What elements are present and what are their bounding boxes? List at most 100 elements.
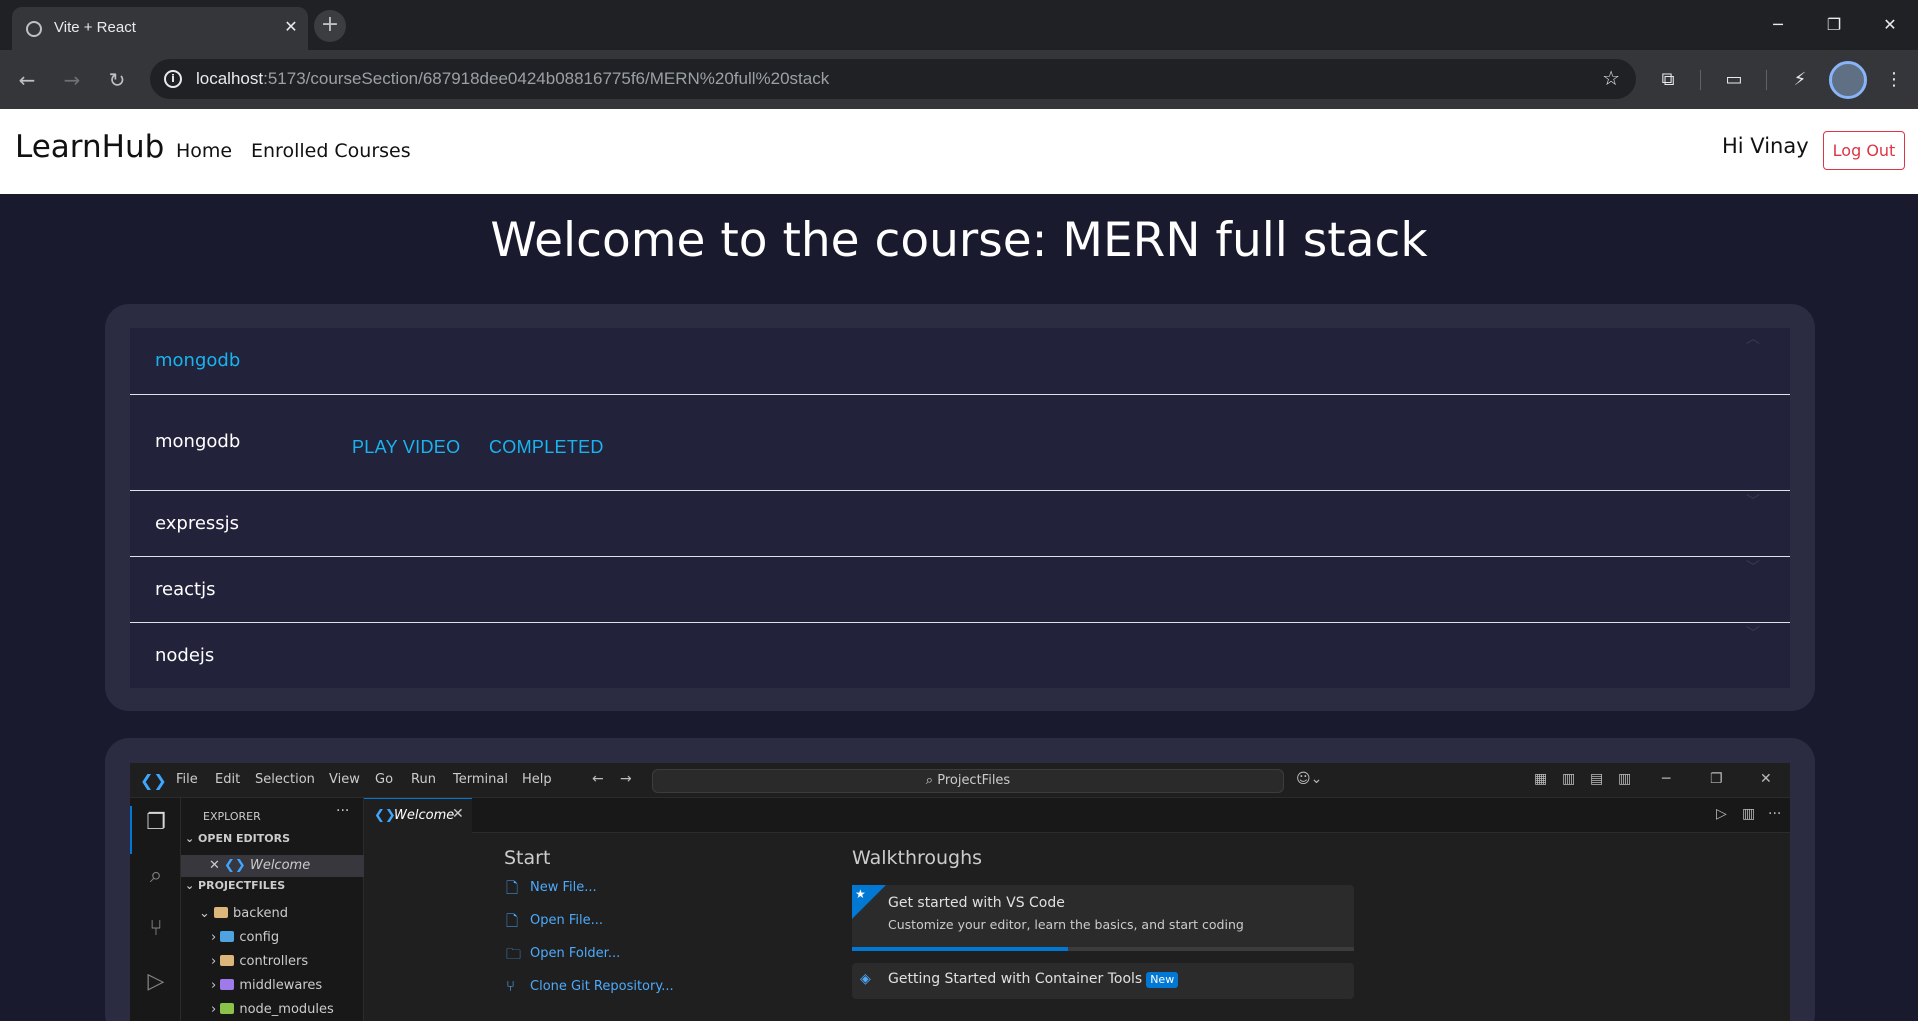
tab-title: Vite + React	[54, 19, 136, 36]
panel-toggle-icon: ▤	[1590, 771, 1604, 787]
sections-accordion: mongodb ︿ mongodb PLAY VIDEO COMPLETED e…	[130, 328, 1790, 688]
new-file-icon: 🗋	[506, 879, 519, 897]
video-menu-item: Help	[522, 772, 552, 787]
page-title: Welcome to the course: MERN full stack	[490, 213, 1428, 268]
video-command-center: ⌕ ProjectFiles	[652, 769, 1284, 793]
video-menu-item: View	[329, 772, 360, 787]
more-icon: ···	[336, 803, 350, 819]
explorer-row: ⌄ PROJECTFILES	[185, 879, 286, 892]
section-item: expressjs ﹀	[130, 491, 1790, 557]
menu-kebab-icon[interactable]: ⋮	[1878, 64, 1910, 96]
star-icon: ★	[855, 887, 866, 901]
video-menu-item: Go	[375, 772, 394, 787]
section-header-nodejs[interactable]: nodejs ﹀	[130, 623, 1790, 688]
explorer-row: › config	[211, 930, 280, 945]
run-icon: ▷	[1716, 806, 1727, 822]
source-control-icon: ⑂	[149, 916, 163, 941]
video-welcome-page: Start 🗋 New File... 🗋 Open File... 🗀 Ope…	[364, 833, 1790, 1021]
site-info-icon[interactable]: i	[164, 70, 182, 88]
folder-icon	[220, 931, 235, 942]
run-debug-icon: ▷	[147, 969, 165, 994]
open-folder-link: Open Folder...	[530, 946, 621, 961]
browser-tab[interactable]: Vite + React ✕	[12, 7, 308, 50]
section-header-expressjs[interactable]: expressjs ﹀	[130, 491, 1790, 556]
section-title: mongodb	[155, 350, 241, 371]
nav-home-link[interactable]: Home	[176, 140, 232, 162]
play-video-button[interactable]: PLAY VIDEO	[352, 437, 460, 458]
chevron-down-icon: ﹀	[1746, 560, 1760, 576]
video-menu-item: Selection	[255, 772, 315, 787]
performance-icon[interactable]: ⚡	[1784, 64, 1816, 96]
vscode-logo-icon: ❮❯	[140, 771, 167, 790]
lesson-title: mongodb	[155, 431, 241, 452]
section-header-reactjs[interactable]: reactjs ﹀	[130, 557, 1790, 622]
bookmark-star-icon[interactable]: ☆	[1602, 66, 1620, 90]
video-editor-tabs: ❮❯ Welcome ✕ ▷ ▥ ···	[364, 798, 1790, 833]
section-item: nodejs ﹀	[130, 623, 1790, 688]
extensions-icon[interactable]: ⧉	[1652, 64, 1684, 96]
files-icon: ❐	[146, 810, 166, 835]
search-icon: ⌕	[925, 773, 938, 788]
close-icon: ✕	[1760, 771, 1772, 787]
folder-icon	[220, 979, 235, 990]
explorer-title: EXPLORER	[203, 810, 261, 823]
section-item: mongodb ︿ mongodb PLAY VIDEO COMPLETED	[130, 328, 1790, 491]
reload-icon[interactable]: ↻	[101, 64, 133, 96]
explorer-row: ✕ ❮❯ Welcome	[181, 855, 364, 877]
toolbar-divider	[1700, 70, 1701, 90]
brand-logo[interactable]: LearnHub	[15, 129, 164, 165]
browser-toolbar: ← → ↻ i localhost:5173/courseSection/687…	[0, 50, 1918, 109]
restore-icon[interactable]: ❐	[1814, 10, 1854, 40]
address-bar[interactable]: i localhost:5173/courseSection/687918dee…	[150, 59, 1636, 99]
chevron-down-icon: ﹀	[1746, 626, 1760, 642]
video-player[interactable]: ❮❯ File Edit Selection View Go Run Termi…	[130, 763, 1790, 1021]
walkthrough-card: ◈ Getting Started with Container Tools Ne…	[852, 963, 1354, 999]
toolbar-divider	[1766, 70, 1767, 90]
minimize-icon: ─	[1662, 771, 1671, 787]
close-icon: ✕	[452, 806, 464, 822]
video-menu-item: Run	[411, 772, 436, 787]
video-menu-item: File	[176, 772, 198, 787]
video-activity-bar: ❐ ⌕ ⑂ ▷	[130, 798, 181, 1021]
nav-enrolled-courses-link[interactable]: Enrolled Courses	[251, 140, 411, 162]
explorer-row: ⌄ OPEN EDITORS	[185, 832, 290, 845]
layout-icon: ▦	[1534, 771, 1548, 787]
open-file-icon: 🗋	[506, 912, 519, 930]
walkthrough-card: ★ Get started with VS Code Customize you…	[852, 885, 1354, 951]
arrow-right-icon: →	[620, 771, 632, 787]
split-editor-icon: ▥	[1742, 806, 1756, 822]
explorer-row: ⌄ backend	[199, 906, 288, 921]
cast-icon[interactable]: ▭	[1718, 64, 1750, 96]
minimize-icon[interactable]: ─	[1758, 10, 1798, 40]
chevron-down-icon: ﹀	[1746, 494, 1760, 510]
section-body: mongodb PLAY VIDEO COMPLETED	[130, 394, 1790, 490]
start-heading: Start	[504, 847, 551, 869]
section-header-mongodb[interactable]: mongodb ︿	[130, 328, 1790, 394]
chevron-up-icon: ︿	[1746, 331, 1760, 347]
git-branch-icon: ⑂	[506, 977, 516, 995]
window-close-icon[interactable]: ✕	[1870, 10, 1910, 40]
forward-arrow-icon[interactable]: →	[56, 64, 88, 96]
folder-icon	[220, 1003, 235, 1014]
close-tab-icon[interactable]: ✕	[280, 16, 302, 38]
logout-button[interactable]: Log Out	[1823, 131, 1905, 170]
section-title: expressjs	[155, 513, 240, 534]
active-indicator	[130, 806, 132, 854]
browser-tabbar: Vite + React ✕ + ─ ❐ ✕	[0, 0, 1918, 50]
progress-fill	[852, 947, 1068, 951]
section-title: nodejs	[155, 645, 215, 666]
explorer-row: › controllers	[211, 954, 309, 969]
open-file-link: Open File...	[530, 913, 604, 928]
walkthrough-progress	[852, 947, 1354, 951]
folder-icon	[220, 955, 235, 966]
profile-avatar[interactable]	[1829, 61, 1867, 99]
completed-button[interactable]: COMPLETED	[489, 437, 604, 458]
search-icon: ⌕	[149, 863, 163, 888]
video-welcome-tab: ❮❯ Welcome ✕	[364, 798, 472, 833]
more-icon: ···	[1768, 806, 1782, 822]
new-tab-button[interactable]: +	[314, 10, 346, 42]
section-item: reactjs ﹀	[130, 557, 1790, 623]
back-arrow-icon[interactable]: ←	[11, 64, 43, 96]
url-text: localhost:5173/courseSection/687918dee04…	[196, 69, 830, 88]
container-icon: ◈	[860, 971, 871, 987]
